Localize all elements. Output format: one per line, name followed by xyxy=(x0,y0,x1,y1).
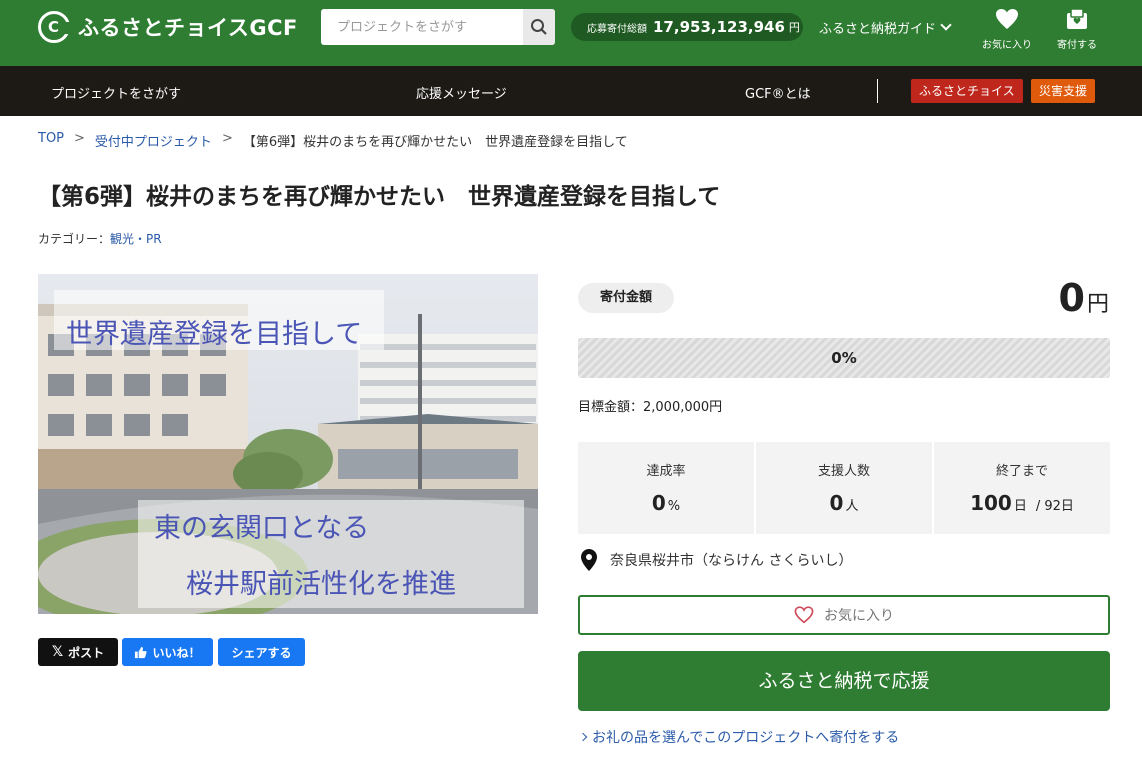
hero-text-headline: 世界遺産登録を目指して xyxy=(66,319,363,350)
gift-select-link[interactable]: お礼の品を選んでこのプロジェクトへ寄付をする xyxy=(578,727,900,747)
donation-amount-unit: 円 xyxy=(1086,292,1109,317)
target-amount: 目標金額：2,000,000円 xyxy=(578,400,723,415)
hero-text-line-3: 桜井駅前活性化を推進 xyxy=(186,569,456,600)
donation-amount-value: 0 xyxy=(1058,276,1085,320)
donation-amount-label: 寄付金額 xyxy=(578,283,674,313)
top-header: C ふるさとチョイスGCF 応募寄付総額 17,953,123,946 円 ふる… xyxy=(0,0,1142,66)
donate-label: 寄付する xyxy=(1057,40,1097,51)
stat-unit: 日 xyxy=(1013,499,1027,514)
project-stats: 達成率 0% 支援人数 0人 終了まで 100 日 / 92日 xyxy=(578,442,1110,534)
page-title: 【第6弾】桜井のまちを再び輝かせたい 世界遺産登録を目指して xyxy=(38,184,721,210)
favorite-label: お気に入り xyxy=(824,608,894,624)
breadcrumb-separator: > xyxy=(74,131,85,146)
project-location: 奈良県桜井市（ならけん さくらいし） xyxy=(580,548,852,572)
breadcrumb-separator: > xyxy=(221,131,233,146)
stat-value: 0 xyxy=(829,491,844,515)
stat-value: 100 xyxy=(970,491,1012,515)
furusato-guide-menu[interactable]: ふるさと納税ガイド xyxy=(819,18,952,37)
main-nav: プロジェクトをさがす 応援メッセージ GCF®とは ふるさとチョイス 災害支援 xyxy=(0,66,1142,116)
like-label: いいね！ xyxy=(152,645,201,660)
nav-item-support-messages[interactable]: 応援メッセージ xyxy=(416,83,507,102)
stat-value: 0 xyxy=(651,491,666,515)
stat-days-remaining: 終了まで 100 日 / 92日 xyxy=(934,442,1110,534)
chevron-right-icon xyxy=(578,732,588,742)
favorites-link[interactable]: お気に入り xyxy=(977,6,1037,51)
total-label: 応募寄付総額 xyxy=(587,23,647,35)
nav-divider xyxy=(877,79,878,103)
share-label: シェアする xyxy=(231,645,292,660)
x-post-label: ポスト xyxy=(68,645,105,660)
thumbs-up-icon xyxy=(135,646,148,658)
nav-badge-furusato-choice[interactable]: ふるさとチョイス xyxy=(911,79,1023,103)
nav-item-about-gcf[interactable]: GCF®とは xyxy=(745,83,811,102)
guide-label: ふるさと納税ガイド xyxy=(819,22,937,37)
total-donations-badge: 応募寄付総額 17,953,123,946 円 xyxy=(571,13,803,41)
total-amount: 17,953,123,946 xyxy=(653,18,785,36)
heart-icon xyxy=(996,9,1018,29)
stat-achievement-rate: 達成率 0% xyxy=(578,442,754,534)
add-favorite-button[interactable]: お気に入り xyxy=(578,595,1110,635)
stat-unit: % xyxy=(667,499,681,514)
stat-label: 支援人数 xyxy=(817,464,870,479)
project-hero-image: 世界遺産登録を目指して 東の玄関口となる 桜井駅前活性化を推進 xyxy=(38,274,538,614)
x-post-button[interactable]: 𝕏 ポスト xyxy=(38,638,118,666)
site-logo[interactable]: C ふるさとチョイスGCF xyxy=(38,10,298,44)
map-pin-icon xyxy=(581,549,597,571)
category-label: カテゴリー： xyxy=(38,232,111,246)
x-logo-icon: 𝕏 xyxy=(51,644,64,660)
stat-label: 達成率 xyxy=(646,464,686,479)
donation-progress-bar: 0% xyxy=(578,338,1110,378)
location-text: 奈良県桜井市（ならけん さくらいし） xyxy=(610,553,853,569)
breadcrumb-current: 【第6弾】桜井のまちを再び輝かせたい 世界遺産登録を目指して xyxy=(242,135,628,150)
stat-label: 終了まで xyxy=(995,464,1048,479)
breadcrumb-projects[interactable]: 受付中プロジェクト xyxy=(95,131,212,150)
donate-furusato-button[interactable]: ふるさと納税で応援 xyxy=(578,651,1110,711)
facebook-like-button[interactable]: いいね！ xyxy=(122,638,213,666)
donation-amount: 0 円 xyxy=(1059,276,1109,320)
chevron-down-icon xyxy=(940,19,952,31)
project-category: カテゴリー：観光・PR xyxy=(38,230,162,247)
donate-box-icon xyxy=(1067,8,1087,29)
stat-supporters: 支援人数 0人 xyxy=(756,442,932,534)
donate-link[interactable]: 寄付する xyxy=(1047,6,1107,51)
logo-text: ふるさとチョイスGCF xyxy=(78,16,298,40)
category-link[interactable]: 観光・PR xyxy=(110,232,162,246)
heart-outline-icon xyxy=(794,606,814,624)
search-box xyxy=(321,9,555,45)
progress-text: 0% xyxy=(831,349,857,367)
stat-unit: 人 xyxy=(845,499,859,514)
gift-link-label: お礼の品を選んでこのプロジェクトへ寄付をする xyxy=(592,730,900,746)
breadcrumb-top[interactable]: TOP xyxy=(38,131,64,150)
hero-text-line-2: 東の玄関口となる xyxy=(154,513,370,544)
search-icon xyxy=(531,19,547,35)
search-button[interactable] xyxy=(523,9,555,45)
nav-badge-disaster-support[interactable]: 災害支援 xyxy=(1031,79,1096,103)
breadcrumb: TOP > 受付中プロジェクト > 【第6弾】桜井のまちを再び輝かせたい 世界遺… xyxy=(38,131,628,150)
logo-mark-icon: C xyxy=(38,11,71,43)
nav-item-search-projects[interactable]: プロジェクトをさがす xyxy=(51,83,181,102)
facebook-share-button[interactable]: シェアする xyxy=(218,638,305,666)
stat-total: / 92日 xyxy=(1035,499,1074,514)
search-input[interactable] xyxy=(321,9,523,45)
favorites-label: お気に入り xyxy=(982,40,1032,51)
total-unit: 円 xyxy=(788,21,800,34)
